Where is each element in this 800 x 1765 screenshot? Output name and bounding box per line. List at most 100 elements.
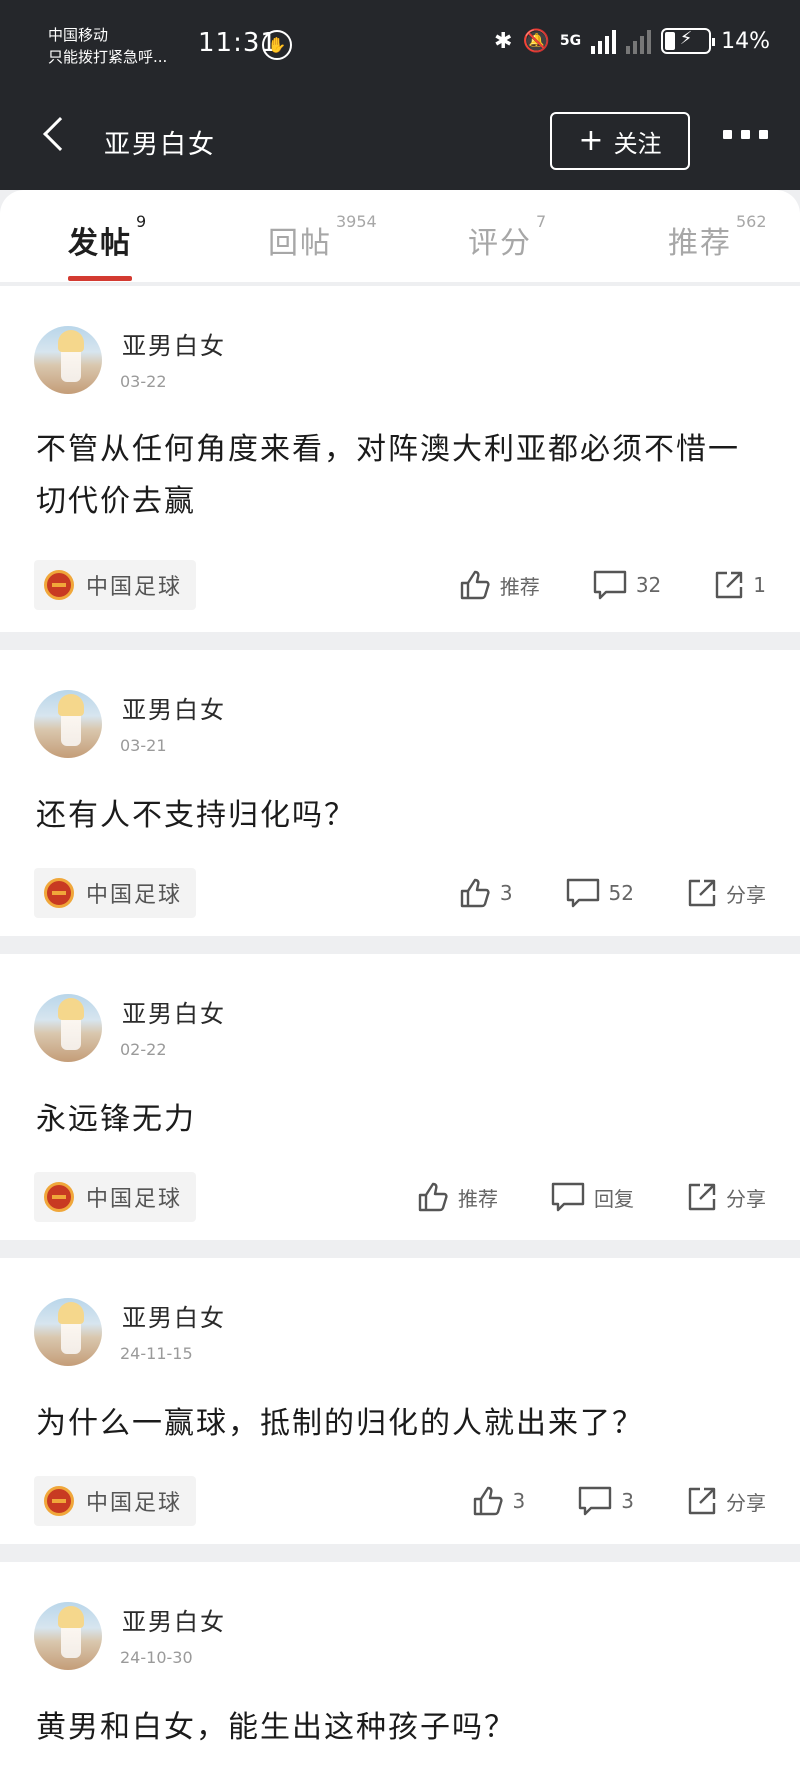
comment-count: 3: [621, 1489, 634, 1513]
avatar[interactable]: [34, 1298, 102, 1366]
post-author[interactable]: 亚男白女: [122, 1298, 226, 1333]
post-author[interactable]: 亚男白女: [122, 1602, 226, 1637]
post-content[interactable]: 为什么一赢球，抵制的归化的人就出来了？: [36, 1398, 766, 1450]
share-label: 分享: [726, 1186, 766, 1211]
like-button[interactable]: 推荐: [416, 1180, 498, 1214]
forum-tag-label: 中国足球: [86, 883, 183, 908]
forum-tag-label: 中国足球: [86, 1491, 183, 1516]
carrier-note: 只能拨打紧急呼...: [48, 48, 168, 66]
plus-icon: +: [578, 123, 604, 158]
signal-secondary-icon: [626, 28, 652, 54]
comment-count: 52: [608, 881, 634, 905]
avatar[interactable]: [34, 690, 102, 758]
follow-label: 关注: [613, 129, 662, 158]
battery-percent: 14%: [721, 28, 770, 54]
post-author[interactable]: 亚男白女: [122, 690, 226, 725]
post-actions: 3 3 分享: [471, 1484, 766, 1518]
avatar[interactable]: [34, 994, 102, 1062]
post-date: 24-11-15: [120, 1344, 193, 1363]
post-content[interactable]: 永远锋无力: [36, 1094, 766, 1146]
post-content[interactable]: 还有人不支持归化吗？: [36, 790, 766, 842]
post-feed: 亚男白女 03-22 不管从任何角度来看，对阵澳大利亚都必须不惜一切代价去赢 中…: [0, 286, 800, 1765]
share-button[interactable]: 分享: [686, 877, 766, 909]
network-label: 5G: [559, 33, 582, 49]
comment-button[interactable]: 回复: [550, 1181, 634, 1213]
post-card[interactable]: 亚男白女 02-22 永远锋无力 中国足球 推荐 回复 分享: [0, 954, 800, 1240]
tab-recommended[interactable]: 推荐562: [668, 212, 767, 262]
tab-ratings[interactable]: 评分7: [468, 212, 546, 262]
china-football-logo-icon: [44, 1182, 74, 1212]
profile-tabs: 发帖9 回帖3954 评分7 推荐562: [0, 190, 800, 282]
forum-tag-label: 中国足球: [86, 1187, 183, 1212]
tab-posts-label: 发帖: [68, 226, 132, 261]
thumbs-up-icon: [418, 1182, 448, 1212]
comment-count: 32: [635, 573, 662, 597]
post-content[interactable]: 黄男和白女，能生出这种孩子吗？: [36, 1702, 766, 1754]
share-button[interactable]: 1: [713, 569, 766, 601]
post-actions: 推荐 32 1: [458, 568, 766, 602]
comment-icon: [551, 1182, 585, 1212]
forum-tag[interactable]: 中国足球: [34, 868, 196, 918]
status-carrier: 中国移动 只能拨打紧急呼...: [48, 24, 167, 68]
post-card[interactable]: 亚男白女 24-11-15 为什么一赢球，抵制的归化的人就出来了？ 中国足球 3…: [0, 1258, 800, 1544]
share-icon: [688, 1183, 716, 1211]
post-actions: 推荐 回复 分享: [416, 1180, 766, 1214]
post-card[interactable]: 亚男白女 03-22 不管从任何角度来看，对阵澳大利亚都必须不惜一切代价去赢 中…: [0, 286, 800, 632]
app-header: 中国移动 只能拨打紧急呼... 11:31 ✋ ✱ 🔕 5G ⚡ 14% 亚男白…: [0, 0, 800, 190]
forum-tag[interactable]: 中国足球: [34, 560, 196, 610]
post-date: 03-22: [120, 372, 167, 391]
active-tab-indicator: [68, 276, 132, 281]
post-card[interactable]: 亚男白女 03-21 还有人不支持归化吗？ 中国足球 3 52 分享: [0, 650, 800, 936]
like-count: 3: [512, 1489, 526, 1513]
more-dots-icon[interactable]: [723, 130, 768, 139]
tab-posts-count: 9: [136, 212, 147, 231]
comment-button[interactable]: 52: [565, 877, 634, 909]
signal-icon: [591, 28, 617, 54]
post-author[interactable]: 亚男白女: [122, 326, 226, 361]
avatar[interactable]: [34, 1602, 102, 1670]
comment-button[interactable]: 32: [592, 569, 661, 601]
tab-replies-count: 3954: [336, 212, 377, 231]
forum-tag-label: 中国足球: [86, 575, 183, 600]
like-label: 推荐: [458, 1186, 498, 1211]
avatar[interactable]: [34, 326, 102, 394]
share-label: 1: [753, 573, 766, 597]
like-button[interactable]: 3: [458, 876, 513, 910]
like-button[interactable]: 3: [471, 1484, 526, 1518]
post-date: 24-10-30: [120, 1648, 193, 1667]
comment-icon: [593, 570, 627, 600]
share-icon: [716, 571, 743, 599]
hand-icon: ✋: [262, 30, 292, 60]
share-label: 分享: [726, 1490, 766, 1515]
comment-label: 回复: [594, 1186, 634, 1211]
status-icons: ✱ 🔕 5G ⚡ 14%: [494, 28, 770, 54]
china-football-logo-icon: [44, 570, 74, 600]
post-actions: 3 52 分享: [458, 876, 766, 910]
comment-button[interactable]: 3: [577, 1485, 634, 1517]
post-author[interactable]: 亚男白女: [122, 994, 226, 1029]
tab-recommended-label: 推荐: [668, 226, 732, 261]
share-icon: [688, 1487, 716, 1515]
thumbs-up-icon: [473, 1486, 503, 1516]
bluetooth-icon: ✱: [494, 28, 513, 54]
tab-replies[interactable]: 回帖3954: [268, 212, 377, 262]
like-button[interactable]: 推荐: [458, 568, 540, 602]
thumbs-up-icon: [460, 570, 490, 600]
tab-replies-label: 回帖: [268, 226, 332, 261]
post-date: 02-22: [120, 1040, 167, 1059]
post-card[interactable]: 亚男白女 24-10-30 黄男和白女，能生出这种孩子吗？: [0, 1562, 800, 1765]
mute-bell-icon: 🔕: [522, 28, 550, 54]
carrier-name: 中国移动: [48, 26, 109, 44]
share-button[interactable]: 分享: [686, 1181, 766, 1213]
post-content[interactable]: 不管从任何角度来看，对阵澳大利亚都必须不惜一切代价去赢: [36, 424, 766, 528]
thumbs-up-icon: [460, 878, 490, 908]
follow-button[interactable]: + 关注: [550, 112, 690, 170]
tab-posts[interactable]: 发帖9: [68, 212, 146, 262]
battery-icon: ⚡: [661, 28, 716, 54]
share-button[interactable]: 分享: [686, 1485, 766, 1517]
forum-tag[interactable]: 中国足球: [34, 1476, 196, 1526]
like-count: 3: [499, 881, 513, 905]
forum-tag[interactable]: 中国足球: [34, 1172, 196, 1222]
chevron-left-icon[interactable]: [43, 117, 77, 151]
comment-icon: [579, 1486, 612, 1516]
